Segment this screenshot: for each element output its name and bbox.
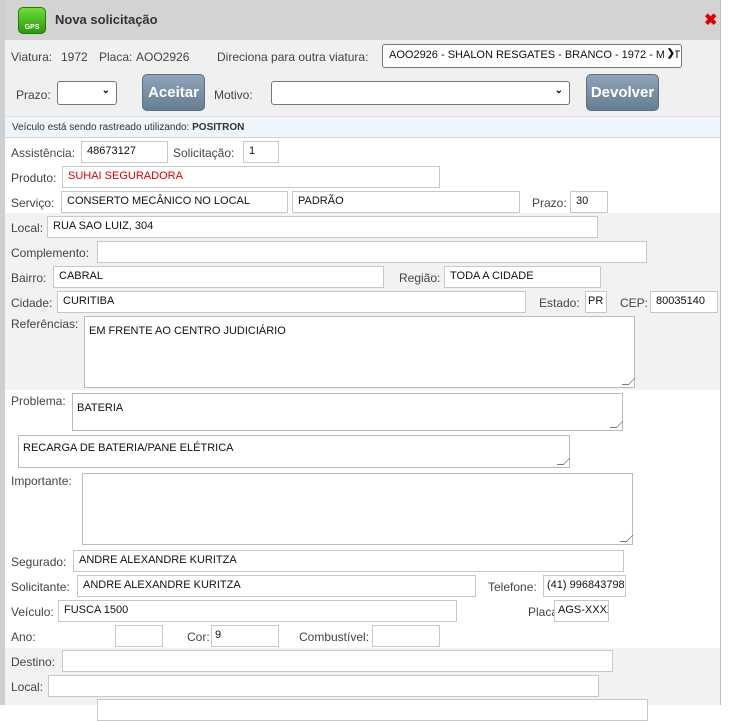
tracker-name: POSITRON — [192, 122, 245, 133]
problema-textarea[interactable]: BATERIA — [72, 393, 623, 431]
viatura-value: 1972 — [61, 50, 88, 64]
combustivel-label: Combustível: — [299, 630, 370, 644]
local-label: Local: — [11, 221, 44, 235]
placa-label: Placa: — [99, 50, 133, 64]
destino-local-input[interactable] — [48, 675, 599, 697]
devolver-button[interactable]: Devolver — [586, 74, 659, 111]
chevron-down-icon: ⌄ — [101, 85, 110, 96]
cep-label: CEP: — [620, 296, 649, 310]
segurado-label: Segurado: — [11, 555, 67, 569]
placa-input[interactable]: AGS-XXXX — [554, 600, 609, 622]
solicitacao-label: Solicitação: — [173, 146, 235, 160]
importante-label: Importante: — [11, 474, 72, 488]
destino-input[interactable] — [62, 650, 613, 672]
assistencia-label: Assistência: — [11, 146, 76, 160]
prazo-label: Prazo: — [16, 88, 51, 102]
close-icon[interactable]: ✖ — [704, 10, 717, 30]
combustivel-input[interactable] — [372, 625, 440, 647]
ano-label: Ano: — [11, 630, 36, 644]
window-border — [720, 0, 721, 705]
direciona-select[interactable]: AOO2926 - SHALON RESGATES - BRANCO - 197… — [382, 44, 682, 68]
window-header: GPS Nova solicitação ✖ — [5, 0, 720, 40]
direciona-value: AOO2926 - SHALON RESGATES - BRANCO - 197… — [389, 49, 681, 61]
motivo-label: Motivo: — [214, 88, 253, 102]
cor-input[interactable]: 9 — [211, 625, 279, 647]
produto-input[interactable]: SUHAI SEGURADORA — [62, 166, 440, 188]
aceitar-button[interactable]: Aceitar — [142, 74, 205, 111]
bairro-input[interactable]: CABRAL — [53, 266, 384, 288]
complemento-label: Complemento: — [11, 246, 90, 260]
destino-label: Destino: — [11, 655, 56, 669]
prazo-label: Prazo: — [532, 196, 567, 210]
local-input[interactable]: RUA SAO LUIZ, 304 — [47, 216, 598, 238]
tracking-text: Veículo está sendo rastreado utilizando: — [12, 122, 190, 133]
prazo-input[interactable]: 30 — [570, 191, 608, 213]
bairro-label: Bairro: — [11, 271, 47, 285]
servico-input[interactable]: CONSERTO MECÂNICO NO LOCAL — [61, 191, 288, 213]
toolbar: Viatura: 1972 Placa: AOO2926 Direciona p… — [5, 40, 720, 116]
regiao-label: Região: — [399, 271, 441, 285]
placa-value: AOO2926 — [136, 50, 190, 64]
tracking-info: Veículo está sendo rastreado utilizando:… — [5, 116, 720, 138]
referencias-label: Referências: — [11, 317, 79, 331]
motivo-select[interactable]: ⌄ — [271, 81, 570, 105]
chevron-down-icon: ⌄ — [554, 85, 563, 96]
chevron-down-icon: ❯ — [663, 48, 675, 59]
complemento-input[interactable] — [97, 241, 647, 263]
referencias-textarea[interactable]: EM FRENTE AO CENTRO JUDICIÁRIO — [84, 316, 635, 388]
cor-label: Cor: — [187, 630, 210, 644]
regiao-input[interactable]: TODA A CIDADE — [444, 266, 601, 288]
assistencia-input[interactable]: 48673127 — [81, 141, 168, 163]
problema-label: Problema: — [11, 394, 66, 408]
servico-tipo-input[interactable]: PADRÃO — [292, 191, 520, 213]
servico-label: Serviço: — [11, 196, 55, 210]
importante-textarea[interactable] — [82, 473, 633, 545]
solicitante-label: Solicitante: — [11, 580, 70, 594]
segurado-input[interactable]: ANDRE ALEXANDRE KURITZA — [73, 550, 624, 572]
solicitacao-input[interactable]: 1 — [243, 141, 279, 163]
prazo-select[interactable]: ⌄ — [57, 81, 117, 105]
estado-label: Estado: — [539, 296, 580, 310]
estado-input[interactable]: PR — [585, 291, 607, 313]
viatura-label: Viatura: — [11, 50, 53, 64]
direciona-label: Direciona para outra viatura: — [217, 50, 369, 64]
cep-input[interactable]: 80035140 — [650, 291, 718, 313]
cidade-input[interactable]: CURITIBA — [57, 291, 526, 313]
veiculo-label: Veículo: — [11, 605, 54, 619]
cidade-label: Cidade: — [11, 296, 53, 310]
gps-logo-icon: GPS — [18, 7, 46, 34]
window-title: Nova solicitação — [55, 12, 158, 27]
solicitante-input[interactable]: ANDRE ALEXANDRE KURITZA — [77, 575, 476, 597]
telefone-label: Telefone: — [488, 580, 537, 594]
produto-label: Produto: — [11, 171, 57, 185]
problema-detalhe-textarea[interactable]: RECARGA DE BATERIA/PANE ELÉTRICA — [18, 435, 570, 468]
destino-local-label: Local: — [11, 680, 44, 694]
telefone-input[interactable]: (41) 996843798 — [543, 575, 626, 597]
ano-input[interactable] — [115, 625, 163, 647]
veiculo-input[interactable]: FUSCA 1500 — [58, 600, 457, 622]
destino-complemento-input[interactable] — [97, 699, 648, 721]
